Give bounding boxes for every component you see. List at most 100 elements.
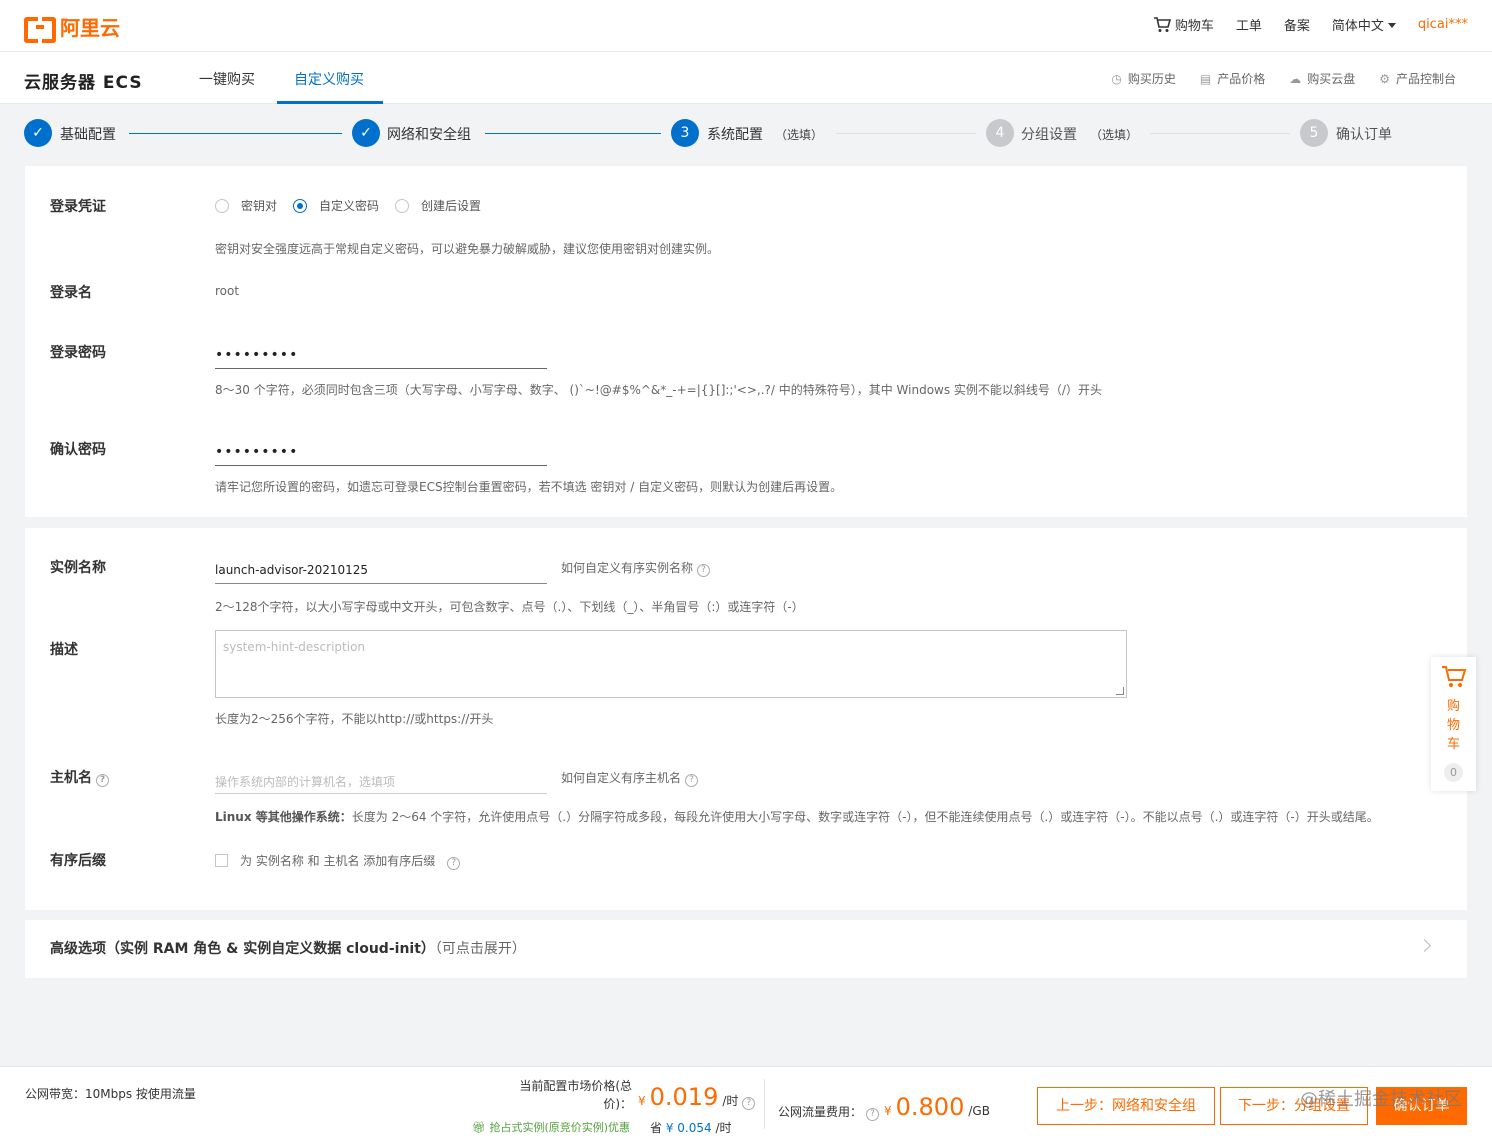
advanced-options-expand-hint: （可点击展开） xyxy=(434,941,526,957)
aliyun-logo[interactable]: 阿里云 xyxy=(24,12,120,43)
confirm-password-input[interactable]: ••••••••• xyxy=(215,436,547,466)
traffic-fee-label-text: 公网流量费用： xyxy=(778,1105,863,1119)
advanced-options-title: 高级选项（实例 RAM 角色 & 实例自定义数据 cloud-init）（可点击… xyxy=(50,938,526,958)
product-price-link[interactable]: ▤ 产品价格 xyxy=(1200,70,1265,87)
step-2-label[interactable]: 网络和安全组 xyxy=(387,124,471,144)
help-icon: ? xyxy=(697,564,711,577)
instance-name-input[interactable]: launch-advisor-20210125 xyxy=(215,554,547,584)
step-3-optional: （选填） xyxy=(775,128,824,142)
radio-circle xyxy=(215,199,229,213)
prev-step-button[interactable]: 上一步：网络和安全组 xyxy=(1037,1087,1215,1125)
step-connector xyxy=(836,133,976,134)
step-connector xyxy=(485,133,661,134)
product-bar: 云服务器 ECS 一键购买 自定义购买 ◷ 购买历史 ▤ 产品价格 ☁ 购买云盘 ⚙ 产… xyxy=(0,52,1492,104)
price-unit: /时 xyxy=(722,1094,739,1108)
bandwidth-summary: 公网带宽：10Mbps 按使用流量 xyxy=(25,1087,196,1101)
confirm-password-label: 确认密码 xyxy=(50,442,106,458)
tab-quick-buy[interactable]: 一键购买 xyxy=(199,69,255,89)
hostname-hint-os: Linux 等其他操作系统： xyxy=(215,810,352,824)
buy-disk-label: 购买云盘 xyxy=(1307,72,1356,86)
instance-name-help-label: 如何自定义有序实例名称 xyxy=(561,561,694,575)
instance-name-help-link[interactable]: 如何自定义有序实例名称? xyxy=(561,559,711,577)
radio-custom-password[interactable]: 自定义密码 xyxy=(293,197,379,214)
username-value: root xyxy=(215,284,240,298)
cart-link[interactable]: 购物车 xyxy=(1153,15,1214,34)
save-unit: /时 xyxy=(715,1121,732,1135)
market-price-label: 当前配置市场价格(总价)： xyxy=(510,1077,632,1113)
hostname-label: 主机名 xyxy=(50,770,92,786)
step-4-optional: （选填） xyxy=(1090,128,1139,142)
hostname-hint-text: 长度为 2～64 个字符，允许使用点号（.）分隔字符成多段，每段允许使用大小写字… xyxy=(351,810,1379,824)
help-icon[interactable]: ? xyxy=(742,1097,756,1110)
ordered-suffix-label: 有序后缀 xyxy=(50,853,106,869)
spot-instance-promo-label: 抢占式实例(原竞价实例)优惠 xyxy=(489,1121,631,1134)
radio-key-pair-label: 密钥对 xyxy=(241,199,278,213)
password-input[interactable]: ••••••••• xyxy=(215,339,547,369)
radio-circle-checked xyxy=(293,199,308,213)
help-icon: ? xyxy=(685,774,699,787)
help-icon[interactable]: ? xyxy=(96,774,109,787)
password-hint: 8～30 个字符，必须同时包含三项（大写字母、小写字母、数字、 ()`~!@#$… xyxy=(215,383,1102,397)
help-icon[interactable]: ? xyxy=(447,857,461,870)
advanced-options-label: 高级选项（实例 RAM 角色 & 实例自定义数据 cloud-init） xyxy=(50,941,435,957)
user-account[interactable]: qicai*** xyxy=(1418,17,1468,32)
watermark: @稀土掘金技术社区 xyxy=(1300,1089,1462,1110)
instance-settings-card: 实例名称 launch-advisor-20210125 如何自定义有序实例名称… xyxy=(25,528,1467,910)
product-price-label: 产品价格 xyxy=(1217,72,1266,86)
market-price-label-line: 价)： xyxy=(603,1097,632,1111)
chevron-right-icon[interactable] xyxy=(1418,939,1431,952)
step-1-check-icon[interactable]: ✓ xyxy=(24,119,52,147)
language-select[interactable]: 简体中文 xyxy=(1332,15,1396,34)
floating-cart[interactable]: 购物车 0 xyxy=(1431,657,1476,791)
currency-symbol: ¥ xyxy=(638,1094,646,1108)
console-label: 产品控制台 xyxy=(1395,72,1456,86)
purchase-history-label: 购买历史 xyxy=(1127,72,1176,86)
step-5-number: 5 xyxy=(1300,119,1328,147)
help-icon[interactable]: ? xyxy=(866,1108,880,1121)
traffic-price-value: 0.800 xyxy=(895,1093,965,1121)
page-title: 云服务器 ECS xyxy=(24,73,143,93)
login-settings-card: 登录凭证 密钥对 自定义密码 创建后设置 密钥对安全强度远高于常规自定义密码，可… xyxy=(25,166,1467,517)
logo-text: 阿里云 xyxy=(60,16,120,40)
price-value: 0.019 xyxy=(649,1083,719,1111)
clock-icon: ◷ xyxy=(1111,72,1122,86)
step-2-check-icon[interactable]: ✓ xyxy=(352,119,380,147)
purchase-history-link[interactable]: ◷ 购买历史 xyxy=(1111,70,1176,87)
wizard-steps: ✓ 基础配置 ✓ 网络和安全组 3 系统配置 （选填） 4 分组设置 （选填） … xyxy=(0,104,1492,164)
market-price-label-line: 当前配置市场价格(总 xyxy=(519,1079,632,1093)
ticket-link[interactable]: 工单 xyxy=(1236,15,1262,34)
advanced-options-card[interactable]: 高级选项（实例 RAM 角色 & 实例自定义数据 cloud-init）（可点击… xyxy=(25,920,1467,978)
step-5-label: 确认订单 xyxy=(1336,127,1392,143)
save-value: ¥ 0.054 xyxy=(665,1121,712,1135)
ordered-suffix-checkbox[interactable] xyxy=(215,854,228,867)
confirm-password-hint: 请牢记您所设置的密码，如遗忘可登录ECS控制台重置密码，若不填选 密钥对 / 自… xyxy=(215,480,843,494)
buy-disk-link[interactable]: ☁ 购买云盘 xyxy=(1289,70,1355,87)
description-textarea[interactable]: system-hint-description xyxy=(215,630,1127,698)
footer-divider xyxy=(764,1079,765,1129)
console-link[interactable]: ⚙ 产品控制台 xyxy=(1379,70,1456,87)
step-3-number: 3 xyxy=(671,119,699,147)
radio-set-later[interactable]: 创建后设置 xyxy=(395,197,481,214)
step-4-number: 4 xyxy=(986,119,1014,147)
cart-label: 购物车 xyxy=(1174,19,1214,34)
step-3-label: 系统配置 xyxy=(707,127,763,143)
hostname-label-wrap: 主机名? xyxy=(50,767,109,787)
cart-icon xyxy=(1442,666,1467,687)
floating-cart-char: 物 xyxy=(1446,718,1460,733)
ordered-suffix-option[interactable]: 为 实例名称 和 主机名 添加有序后缀? xyxy=(215,852,461,870)
instance-name-label: 实例名称 xyxy=(50,560,106,576)
filing-link[interactable]: 备案 xyxy=(1284,15,1310,34)
username-label: 登录名 xyxy=(50,285,92,301)
hostname-input[interactable]: 操作系统内部的计算机名，选填项 xyxy=(215,764,547,794)
hostname-help-label: 如何自定义有序主机名 xyxy=(561,771,682,785)
currency-symbol: ¥ xyxy=(884,1104,892,1118)
step-1-label[interactable]: 基础配置 xyxy=(60,124,116,144)
tab-custom-buy[interactable]: 自定义购买 xyxy=(294,69,364,89)
traffic-fee: ¥0.800/GB xyxy=(884,1093,990,1121)
radio-key-pair[interactable]: 密钥对 xyxy=(215,197,277,214)
hostname-help-link[interactable]: 如何自定义有序主机名? xyxy=(561,769,699,787)
floating-cart-char: 购 xyxy=(1446,699,1460,714)
hostname-hint: Linux 等其他操作系统：长度为 2～64 个字符，允许使用点号（.）分隔字符… xyxy=(215,808,1379,825)
savings: 省 ¥ 0.054 /时 xyxy=(650,1119,732,1136)
aliyun-logo-icon xyxy=(24,15,56,43)
